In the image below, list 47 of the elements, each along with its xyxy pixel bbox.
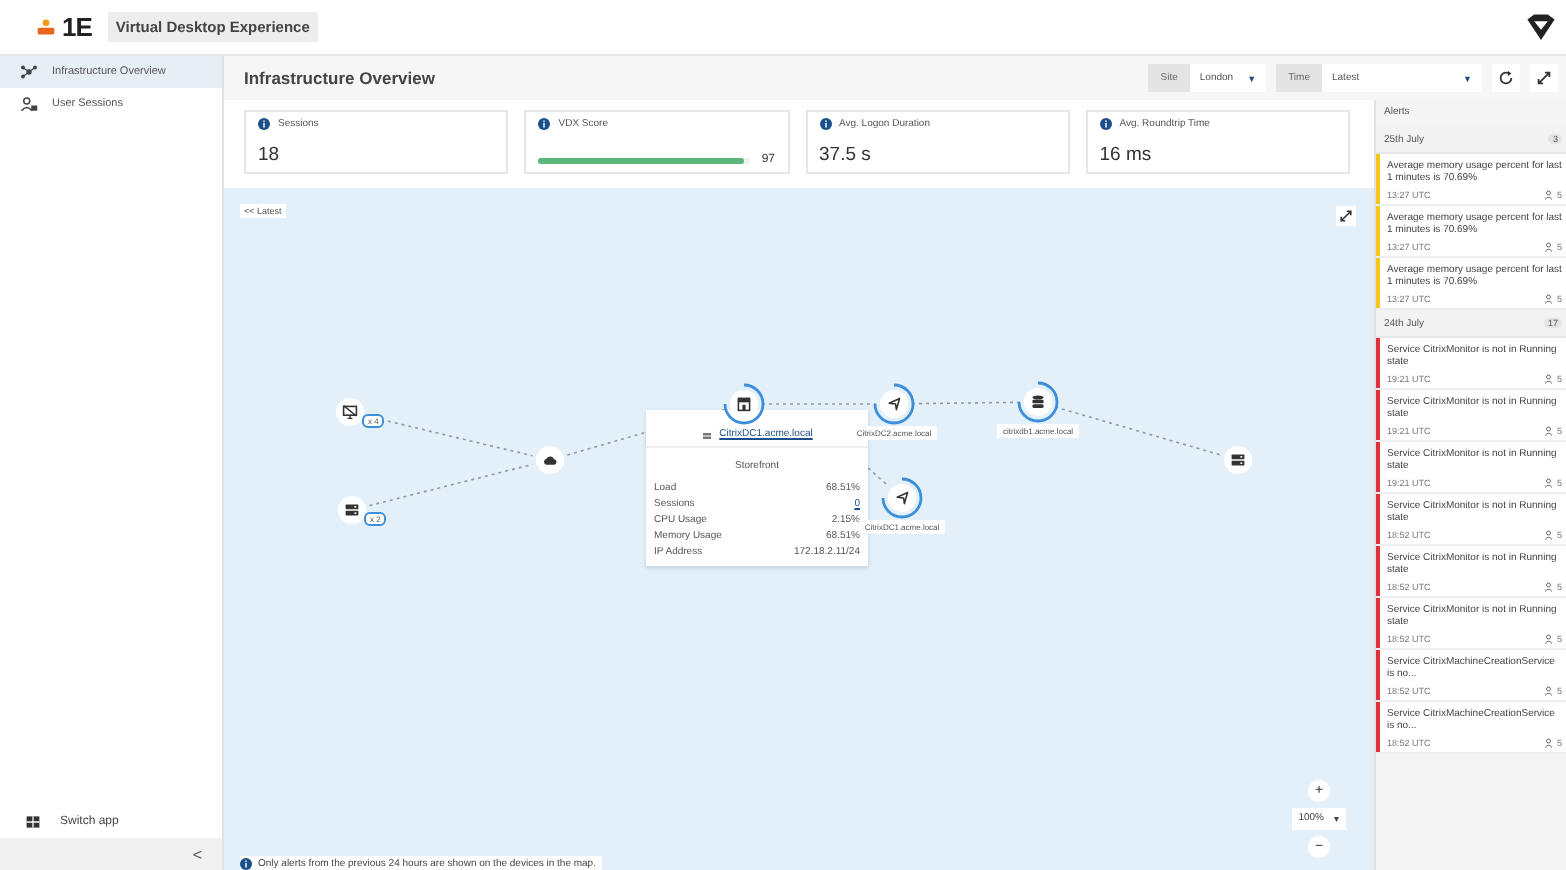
device-node[interactable] [1224, 446, 1252, 474]
user-icon [1544, 242, 1555, 252]
expand-icon[interactable] [1336, 206, 1356, 226]
device-node[interactable] [338, 496, 366, 524]
user-icon [20, 96, 38, 112]
connector-line [867, 467, 890, 487]
info-icon [1099, 118, 1112, 130]
connector-line [911, 401, 1021, 405]
network-icon [20, 64, 38, 80]
device-node[interactable] [1024, 388, 1052, 416]
device-node[interactable] [730, 390, 758, 418]
shield-icon[interactable] [1524, 13, 1558, 41]
page-title: Infrastructure Overview [244, 68, 435, 88]
user-icon [1544, 634, 1555, 644]
user-icon [1544, 530, 1555, 540]
server-icon [701, 432, 712, 440]
cloud-icon [542, 452, 558, 468]
storefront-icon [736, 396, 752, 412]
kpi-value: 18 [258, 144, 282, 166]
user-icon [1544, 294, 1555, 304]
collapse-button[interactable]: < [0, 838, 222, 870]
user-icon [1544, 686, 1555, 696]
info-icon [538, 118, 551, 130]
user-icon [1544, 426, 1555, 436]
monitor-icon [342, 404, 358, 420]
kpi-value: 37.5 s [819, 144, 873, 166]
user-icon [1544, 190, 1555, 200]
user-icon [1544, 582, 1555, 592]
user-icon [1544, 374, 1555, 384]
info-icon [258, 118, 270, 130]
kpi-value: 16 ms [1099, 144, 1154, 166]
user-icon [1544, 738, 1555, 748]
connector-line [761, 403, 877, 405]
device-node[interactable] [880, 390, 908, 418]
refresh-icon[interactable] [1492, 64, 1520, 92]
info-icon [819, 118, 831, 130]
logo-icon [36, 18, 56, 36]
expand-icon[interactable] [1530, 64, 1558, 92]
device-node[interactable] [336, 398, 364, 426]
server-icon [1230, 452, 1246, 468]
database-icon [1030, 394, 1046, 410]
device-node[interactable] [888, 484, 916, 512]
user-icon [1544, 478, 1555, 488]
device-node[interactable] [536, 446, 564, 474]
logo-text: 1E [62, 12, 92, 42]
grid-icon [24, 813, 42, 829]
server-icon [344, 502, 360, 518]
